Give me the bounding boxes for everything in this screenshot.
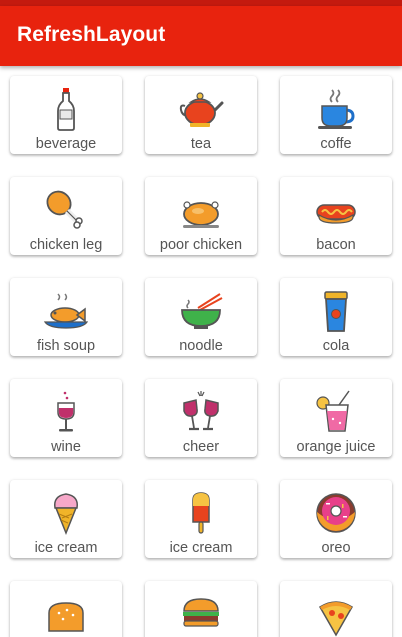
roast-chicken-icon	[183, 201, 219, 228]
item-label: bacon	[316, 237, 356, 253]
item-label: tea	[190, 136, 212, 152]
grid-item-cola[interactable]: cola	[280, 278, 392, 356]
grid-item-burger[interactable]	[145, 581, 257, 637]
coffee-cup-icon	[318, 89, 355, 129]
item-label: oreo	[321, 540, 351, 556]
grid-item-beverage[interactable]: beverage	[10, 76, 122, 154]
grid-item-bread[interactable]	[10, 581, 122, 637]
teapot-icon	[179, 92, 224, 127]
bottle-icon	[57, 88, 75, 131]
grid-item-wine[interactable]: wine	[10, 379, 122, 457]
app-title: RefreshLayout	[17, 23, 166, 46]
food-grid[interactable]: beverage tea coffe chicken leg poor chic…	[0, 66, 402, 637]
grid-item-orange-juice[interactable]: orange juice	[280, 379, 392, 457]
item-label: cheer	[182, 439, 220, 455]
grid-item-oreo[interactable]: oreo	[280, 480, 392, 558]
grid-item-bacon[interactable]: bacon	[280, 177, 392, 255]
item-label: chicken leg	[29, 237, 103, 253]
wine-glass-icon	[57, 391, 75, 432]
item-label: poor chicken	[159, 237, 243, 253]
cheers-glasses-icon	[183, 391, 219, 431]
fish-dish-icon	[43, 293, 89, 329]
item-label: orange juice	[296, 439, 376, 455]
juice-glass-icon	[316, 390, 350, 432]
cola-cup-icon	[324, 291, 348, 332]
grid-item-cheer[interactable]: cheer	[145, 379, 257, 457]
item-label: beverage	[35, 136, 97, 152]
donut-icon	[316, 493, 356, 533]
grid-item-tea[interactable]: tea	[145, 76, 257, 154]
grid-item-poor-chicken[interactable]: poor chicken	[145, 177, 257, 255]
hotdog-icon	[316, 204, 356, 224]
item-label: ice cream	[34, 540, 98, 556]
item-label: ice cream	[169, 540, 233, 556]
grid-item-ice-cream-cone[interactable]: ice cream	[10, 480, 122, 558]
noodle-bowl-icon	[181, 293, 223, 329]
item-label: noodle	[179, 338, 223, 354]
grid-item-noodle[interactable]: noodle	[145, 278, 257, 356]
grid-item-fish-soup[interactable]: fish soup	[10, 278, 122, 356]
bread-icon	[48, 602, 84, 632]
item-label: fish soup	[36, 338, 96, 354]
burger-icon	[183, 598, 219, 627]
ice-cream-cone-icon	[53, 493, 79, 536]
popsicle-icon	[192, 492, 210, 534]
grid-item-coffe[interactable]: coffe	[280, 76, 392, 154]
item-label: coffe	[320, 136, 352, 152]
grid-item-ice-cream-popsicle[interactable]: ice cream	[145, 480, 257, 558]
pizza-slice-icon	[318, 601, 354, 637]
item-label: cola	[322, 338, 350, 354]
chicken-leg-icon	[46, 190, 83, 229]
item-label: wine	[51, 439, 81, 455]
grid-item-chicken-leg[interactable]: chicken leg	[10, 177, 122, 255]
app-bar: RefreshLayout	[0, 6, 402, 66]
grid-item-pizza[interactable]	[280, 581, 392, 637]
